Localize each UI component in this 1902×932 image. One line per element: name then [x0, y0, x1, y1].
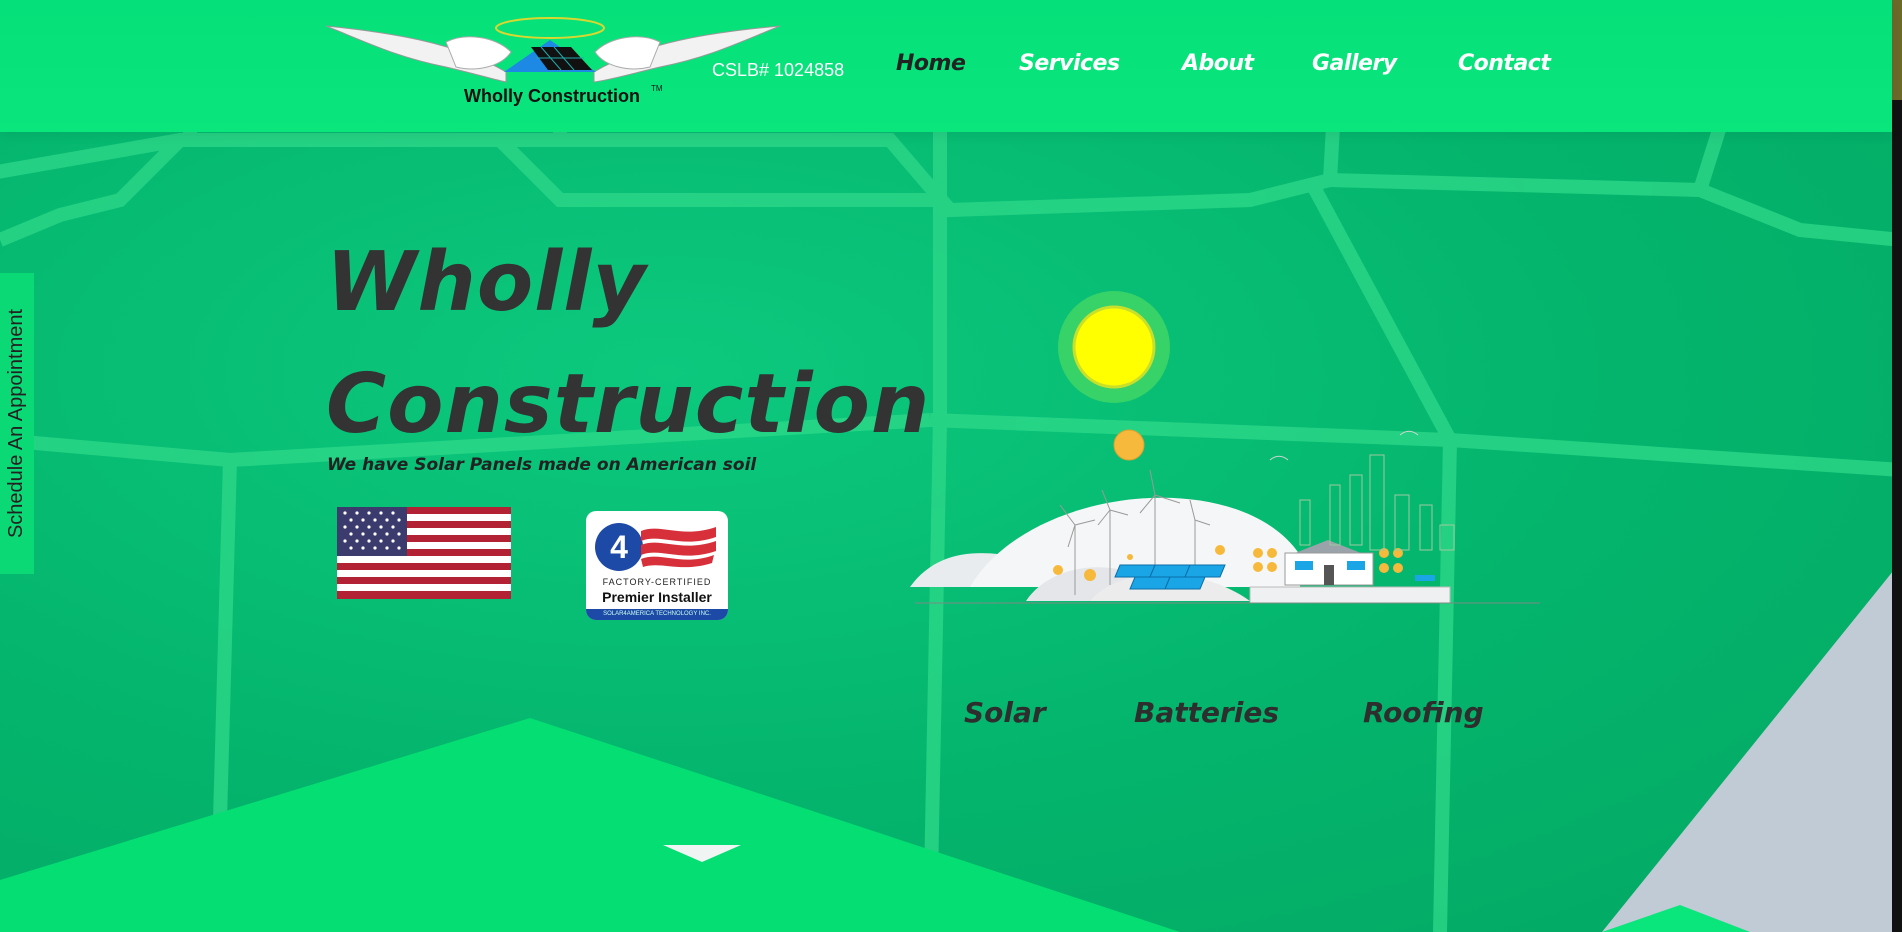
nav-contact[interactable]: Contact	[1458, 51, 1551, 76]
nav-gallery[interactable]: Gallery	[1312, 51, 1397, 76]
american-flag-icon	[337, 507, 511, 599]
premier-installer-badge: 4 FACTORY-CERTIFIED Premier Installer SO…	[586, 511, 728, 620]
hero-subtitle: We have Solar Panels made on American so…	[327, 455, 757, 475]
badge-emblem-icon: 4	[595, 523, 716, 571]
renewable-energy-illustration	[910, 291, 1540, 604]
house-icon	[1284, 540, 1374, 586]
scrollbar-thumb[interactable]	[1892, 0, 1902, 100]
nav-services[interactable]: Services	[1019, 51, 1120, 76]
badge-line-3: SOLAR4AMERICA TECHNOLOGY INC.	[586, 609, 728, 620]
nav-home[interactable]: Home	[896, 51, 966, 76]
small-sun-icon	[1113, 429, 1145, 461]
service-roofing[interactable]: Roofing	[1363, 696, 1484, 729]
hero-title-line1: Wholly	[326, 235, 647, 330]
sun-icon	[1072, 305, 1156, 389]
site-header: Wholly Construction TM CSLB# 1024858 Hom…	[0, 0, 1892, 132]
hero-title: Wholly Construction	[326, 222, 966, 466]
badge-line-2: Premier Installer	[602, 589, 712, 605]
logo-trademark: TM	[651, 84, 663, 93]
svg-text:4: 4	[610, 529, 628, 565]
schedule-appointment-label: Schedule An Appointment	[5, 308, 28, 539]
city-skyline	[1299, 454, 1455, 551]
hero-title-line2: Construction	[326, 357, 931, 452]
nav-about[interactable]: About	[1182, 51, 1254, 76]
badge-line-1: FACTORY-CERTIFIED	[602, 577, 712, 587]
service-batteries[interactable]: Batteries	[1134, 696, 1279, 729]
license-number: CSLB# 1024858	[712, 60, 845, 80]
schedule-appointment-tab[interactable]: Schedule An Appointment	[0, 273, 34, 574]
service-solar[interactable]: Solar	[964, 696, 1046, 729]
logo-text: Wholly Construction	[464, 86, 640, 106]
scrollbar[interactable]	[1892, 0, 1902, 932]
